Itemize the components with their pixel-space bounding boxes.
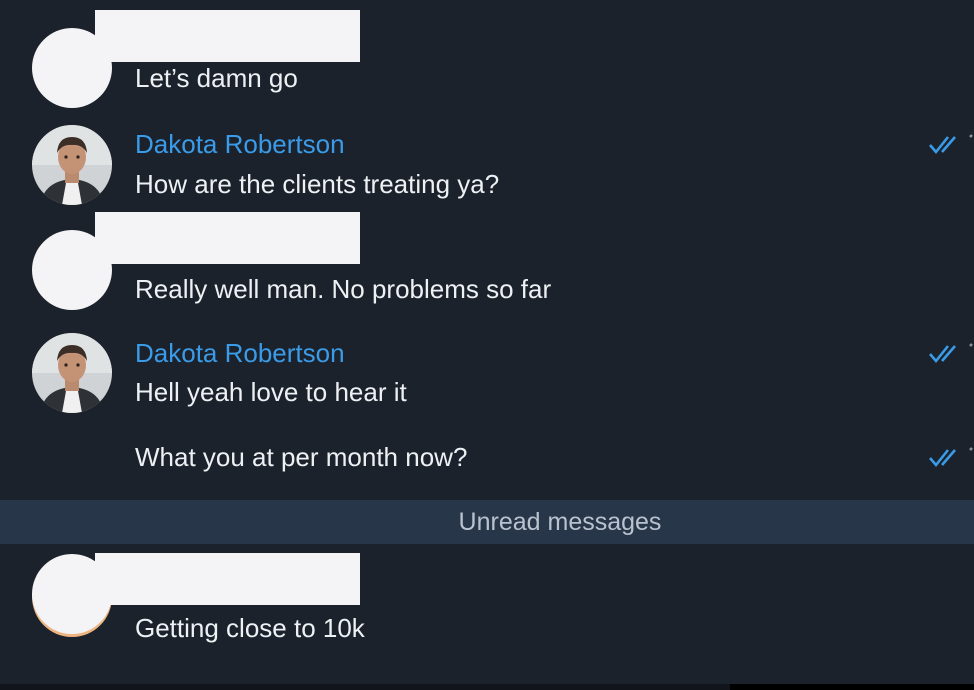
double-check-icon [929, 343, 973, 364]
avatar-photo [32, 125, 112, 205]
sender-name[interactable]: Dakota Robertson [135, 338, 345, 369]
message-text: Getting close to 10k [135, 613, 365, 643]
message-text: Let’s damn go [135, 63, 298, 93]
redacted-sender-name [95, 10, 360, 62]
unread-messages-divider: Unread messages [0, 500, 974, 544]
message-5[interactable]: What you at per month now? [0, 430, 974, 490]
dakota-robertson-avatar[interactable] [32, 333, 112, 413]
message-text: What you at per month now? [135, 442, 468, 472]
message-6[interactable]: Getting close to 10k [0, 544, 974, 684]
redacted-sender-name [95, 212, 360, 264]
redacted-sender-name [95, 553, 360, 605]
dakota-robertson-avatar[interactable] [32, 125, 112, 205]
message-3[interactable]: Really well man. No problems so far [0, 210, 974, 320]
message-4[interactable]: Dakota Robertson Hell yeah love to hear … [0, 325, 974, 420]
message-text: How are the clients treating ya? [135, 169, 500, 199]
unread-messages-label: Unread messages [458, 508, 662, 536]
double-check-icon [929, 447, 973, 468]
message-text: Really well man. No problems so far [135, 274, 552, 304]
avatar-photo [32, 333, 112, 413]
chat-bottom-edge-right [730, 684, 974, 690]
double-check-icon [929, 134, 973, 155]
sender-name[interactable]: Dakota Robertson [135, 129, 345, 160]
message-1[interactable]: Let’s damn go [0, 0, 974, 115]
message-2[interactable]: Dakota Robertson How are the clients tre… [0, 115, 974, 210]
message-text: Hell yeah love to hear it [135, 377, 407, 407]
